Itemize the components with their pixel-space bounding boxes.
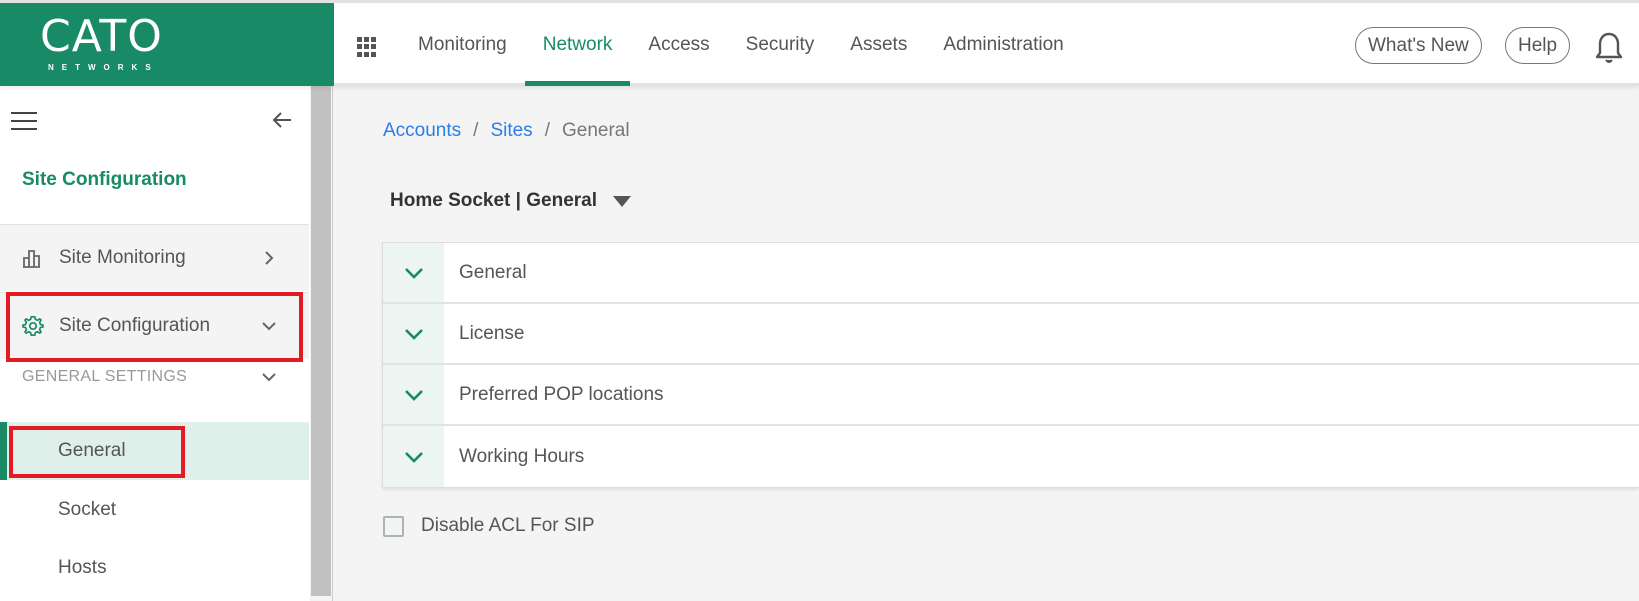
breadcrumb: Accounts / Sites / General [383, 120, 630, 142]
bar-chart-icon [23, 250, 40, 268]
disable-acl-sip-option[interactable]: Disable ACL For SIP [383, 515, 595, 537]
disable-acl-sip-label: Disable ACL For SIP [421, 515, 595, 536]
accordion-section-license[interactable]: License [383, 304, 1639, 365]
sidebar-item-label: General [58, 440, 126, 461]
sidebar-group-label: Site Configuration [59, 315, 211, 336]
caret-down-icon [613, 195, 632, 207]
bell-icon[interactable] [1594, 31, 1624, 65]
breadcrumb-separator: / [544, 120, 550, 141]
chevron-down-icon [262, 322, 276, 331]
gear-icon [22, 316, 44, 336]
sidebar-item-general[interactable]: General [0, 422, 309, 480]
logo-brand-text: CATO [40, 11, 163, 62]
settings-accordion: General License Preferred POP locations … [382, 242, 1639, 488]
breadcrumb-sites[interactable]: Sites [490, 120, 532, 142]
breadcrumb-current: General [561, 120, 630, 141]
nav-network[interactable]: Network [524, 3, 631, 86]
nav-monitoring[interactable]: Monitoring [400, 3, 525, 86]
expand-toggle[interactable] [383, 304, 444, 363]
sidebar-group-label: Site Monitoring [59, 247, 186, 268]
section-header-general-settings[interactable]: GENERAL SETTINGS [22, 368, 282, 386]
accordion-title: Preferred POP locations [459, 383, 664, 405]
chevron-down-icon [404, 389, 423, 401]
chevron-down-icon [404, 267, 423, 279]
grid-icon[interactable] [357, 37, 377, 57]
expand-toggle[interactable] [383, 243, 444, 302]
main-nav: Monitoring Network Access Security Asset… [400, 3, 1082, 86]
accordion-title: General [459, 261, 527, 283]
chevron-right-icon [265, 251, 274, 265]
accordion-title: Working Hours [459, 445, 585, 467]
sidebar-item-label: Socket [58, 499, 117, 520]
expand-toggle[interactable] [383, 365, 444, 424]
sidebar: Site Configuration Site Monitoring Site … [0, 86, 310, 601]
site-selector-dropdown[interactable]: Home Socket | General [390, 190, 632, 212]
accordion-section-working-hours[interactable]: Working Hours [383, 426, 1639, 487]
sidebar-group-site-configuration[interactable]: Site Configuration [0, 292, 309, 359]
whats-new-button[interactable]: What's New [1355, 27, 1482, 64]
sidebar-title: Site Configuration [22, 169, 187, 190]
nav-administration[interactable]: Administration [925, 3, 1081, 86]
sidebar-group-site-monitoring[interactable]: Site Monitoring [0, 224, 309, 291]
breadcrumb-separator: / [473, 120, 479, 141]
section-header-label: GENERAL SETTINGS [22, 368, 188, 385]
expand-toggle[interactable] [383, 426, 444, 487]
help-button[interactable]: Help [1505, 27, 1571, 64]
chevron-down-icon [404, 328, 423, 340]
sidebar-item-label: Hosts [58, 557, 107, 578]
cato-networks-logo[interactable]: CATO NETWORKS [0, 3, 334, 86]
arrow-left-icon[interactable] [270, 108, 294, 132]
hamburger-icon[interactable] [11, 112, 37, 132]
breadcrumb-accounts[interactable]: Accounts [383, 120, 461, 142]
sidebar-item-socket[interactable]: Socket [0, 481, 309, 539]
nav-access[interactable]: Access [630, 3, 727, 86]
nav-assets[interactable]: Assets [832, 3, 925, 86]
chevron-down-icon [404, 451, 423, 463]
sidebar-item-hosts[interactable]: Hosts [0, 539, 309, 597]
logo-subtitle-text: NETWORKS [48, 63, 159, 72]
sidebar-scrollbar-thumb[interactable] [311, 86, 331, 596]
top-navigation-bar: CATO NETWORKS Monitoring Network Access … [0, 0, 1639, 86]
disable-acl-sip-checkbox[interactable] [383, 515, 404, 537]
accordion-title: License [459, 322, 525, 344]
accordion-section-preferred-pop-locations[interactable]: Preferred POP locations [383, 365, 1639, 426]
accordion-section-general[interactable]: General [383, 243, 1639, 304]
site-selector-value: Home Socket | General [390, 190, 598, 211]
nav-security[interactable]: Security [728, 3, 833, 86]
chevron-down-icon [262, 373, 276, 382]
